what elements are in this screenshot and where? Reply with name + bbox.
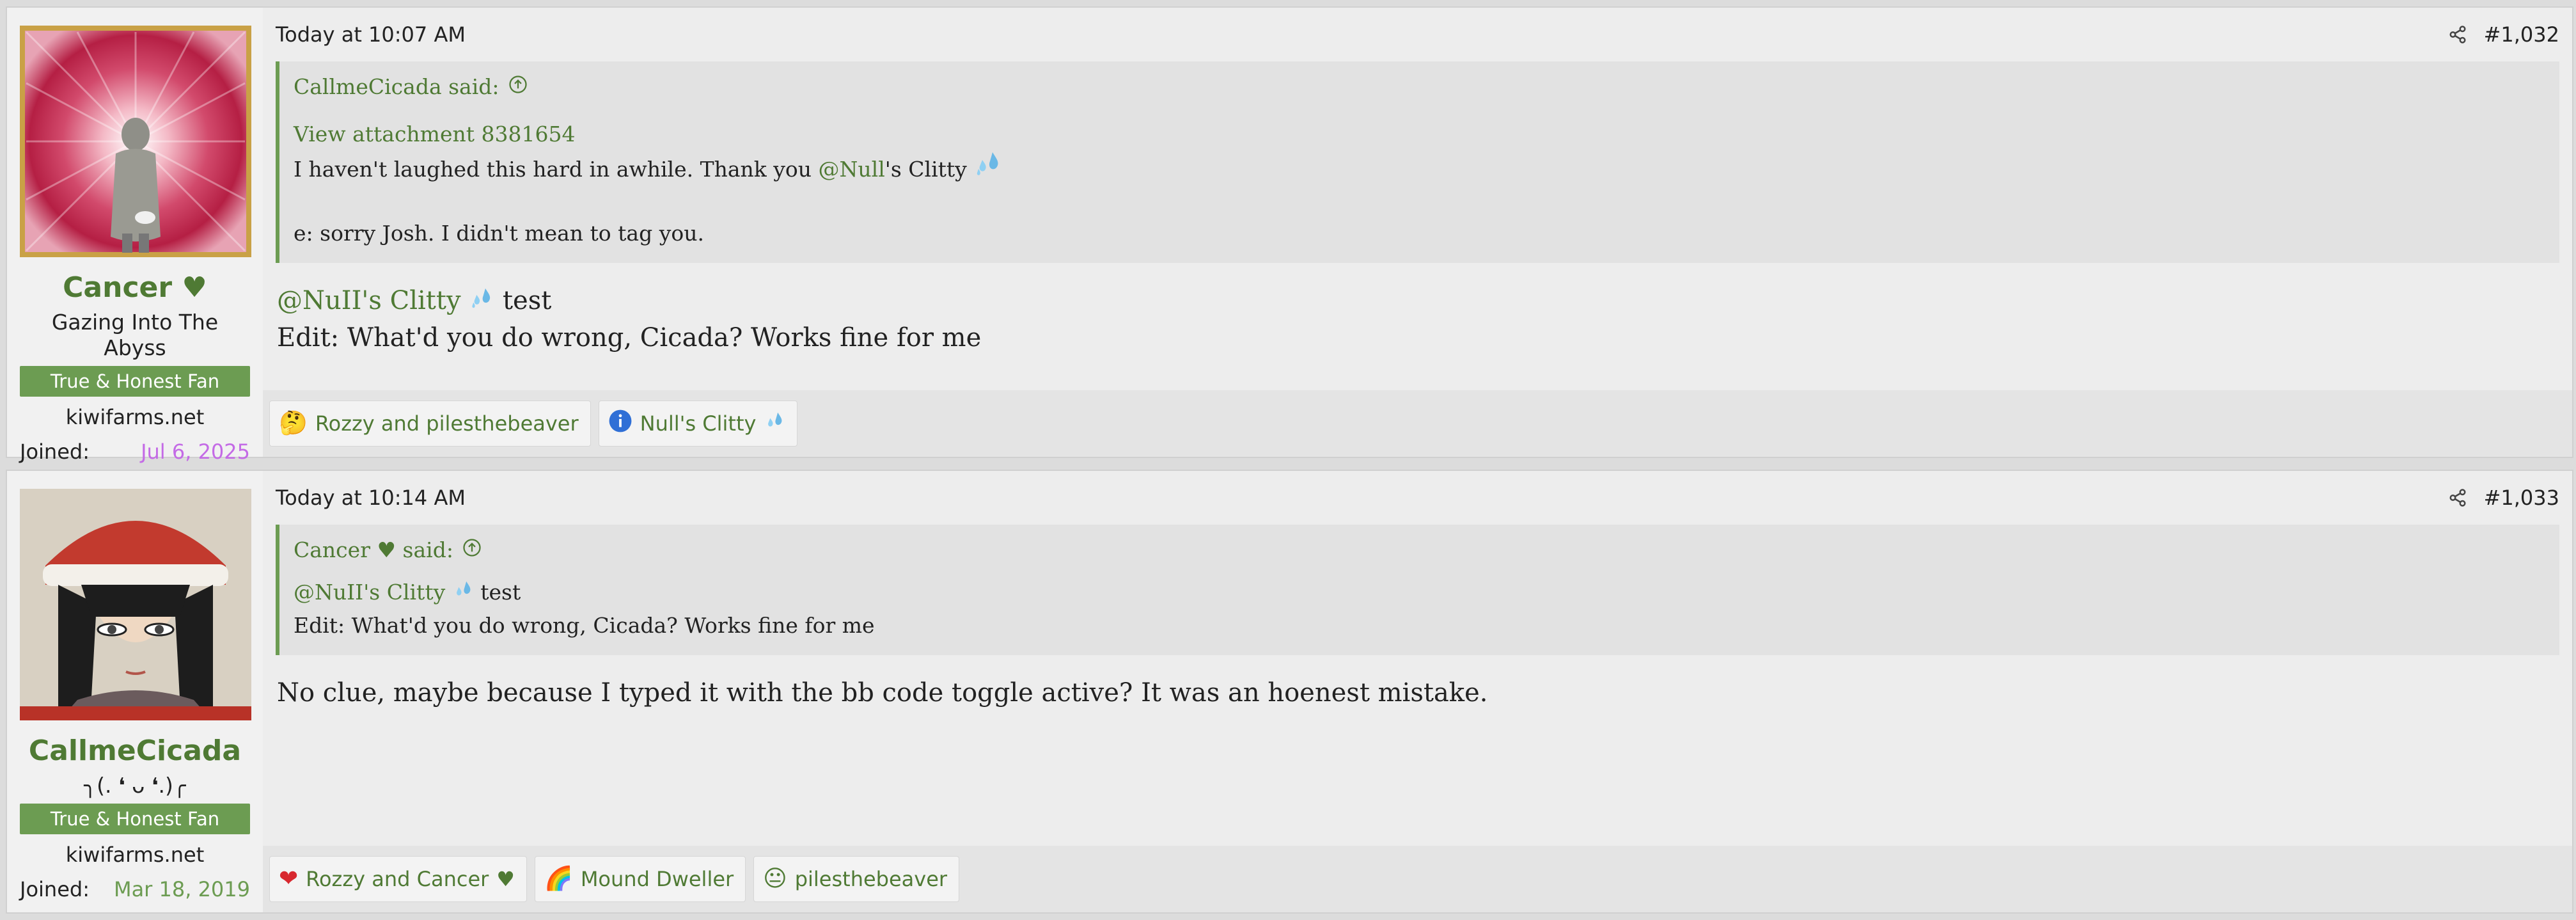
thinking-emoji-icon: 🤔: [279, 410, 308, 436]
user-info: CallmeCicada ╮(. ❛ ᴗ ❛.)╭ True & Honest …: [7, 471, 263, 912]
user-banner: True & Honest Fan: [20, 804, 250, 834]
body-line: Edit: What'd you do wrong, Cicada? Works…: [277, 323, 982, 353]
body-text: test: [502, 286, 552, 315]
quote-header[interactable]: CallmeCicada said:: [294, 73, 2544, 101]
post-number[interactable]: #1,032: [2484, 22, 2559, 47]
reactions-bar: ❤ Rozzy and Cancer ♥ 🌈 Mound Dweller 😐 p…: [263, 846, 2572, 912]
green-heart-icon: ♥: [496, 867, 515, 891]
user-title: ╮(. ❛ ᴗ ❛.)╭: [84, 773, 186, 798]
reaction[interactable]: 😐 pilesthebeaver: [753, 856, 960, 902]
body-line: @NuII's Clitty test: [277, 282, 2559, 319]
user-info: Cancer ♥ Gazing Into The Abyss True & Ho…: [7, 8, 263, 464]
quote-author[interactable]: CallmeCicada said:: [294, 73, 499, 101]
reaction-label[interactable]: Rozzy and pilesthebeaver: [315, 411, 579, 436]
rainbow-emoji-icon: 🌈: [544, 866, 573, 892]
quote-author[interactable]: Cancer ♥ said:: [294, 536, 453, 564]
quote-author-suffix: said:: [396, 537, 453, 562]
joined-row: Joined: Jul 6, 2025: [20, 439, 250, 464]
reaction-label[interactable]: Null's Clitty: [640, 411, 757, 436]
avatar-image-icon: [20, 26, 251, 257]
share-icon[interactable]: [2448, 25, 2467, 44]
quote-line: I haven't laughed this hard in awhile. T…: [294, 151, 2544, 186]
info-icon: [608, 409, 632, 438]
quote-line: @NuII's Clitty test: [294, 576, 2544, 609]
post-main: Today at 10:14 AM #1,033 Cancer ♥ said: …: [263, 471, 2572, 912]
arrow-up-circle-icon[interactable]: [462, 536, 482, 564]
post-header: Today at 10:07 AM #1,032: [276, 8, 2559, 61]
arrow-up-circle-icon[interactable]: [508, 73, 528, 101]
droplets-icon: [973, 152, 1003, 182]
mention-link[interactable]: @NuII's Clitty: [294, 580, 445, 605]
reaction[interactable]: ❤ Rozzy and Cancer ♥: [269, 856, 527, 902]
droplets-icon: [764, 411, 785, 436]
username[interactable]: CallmeCicada: [20, 734, 250, 768]
quote-header[interactable]: Cancer ♥ said:: [294, 536, 2544, 564]
reaction[interactable]: 🤔 Rozzy and pilesthebeaver: [269, 401, 591, 447]
quote-body: View attachment 8381654 I haven't laughe…: [294, 118, 2544, 250]
user-site: kiwifarms.net: [65, 405, 205, 429]
post-number[interactable]: #1,033: [2484, 486, 2559, 510]
quote-text: I haven't laughed this hard in awhile. T…: [294, 157, 819, 182]
reaction-label[interactable]: Rozzy and Cancer: [306, 867, 489, 891]
avatar[interactable]: [20, 26, 251, 257]
joined-date: Jul 6, 2025: [141, 440, 250, 464]
user-site: kiwifarms.net: [65, 843, 205, 867]
share-icon[interactable]: [2448, 488, 2467, 507]
username-text[interactable]: Cancer: [63, 271, 172, 304]
post-timestamp[interactable]: Today at 10:14 AM: [276, 486, 466, 510]
quote-text: Edit: What'd you do wrong, Cicada? Works…: [294, 613, 875, 638]
reactions-bar: 🤔 Rozzy and pilesthebeaver Null's Clitty: [263, 390, 2572, 457]
username[interactable]: Cancer ♥: [20, 271, 250, 305]
quote-text: test: [480, 580, 521, 605]
avatar[interactable]: [20, 489, 251, 720]
reaction-label[interactable]: pilesthebeaver: [795, 867, 947, 891]
mention-link[interactable]: @Null: [819, 157, 885, 182]
droplets-icon: [469, 286, 503, 315]
joined-label: Joined:: [20, 877, 90, 901]
post: CallmeCicada ╮(. ❛ ᴗ ❛.)╭ True & Honest …: [6, 470, 2573, 914]
joined-row: Joined: Mar 18, 2019: [20, 876, 250, 902]
attachment-link[interactable]: View attachment 8381654: [294, 118, 2544, 151]
user-title: Gazing Into The Abyss: [51, 310, 219, 360]
post-header: Today at 10:14 AM #1,033: [276, 471, 2559, 525]
quote-text: 's Clitty: [884, 157, 967, 182]
post-timestamp[interactable]: Today at 10:07 AM: [276, 22, 466, 47]
quote-block: Cancer ♥ said: @NuII's Clitty test Edit:…: [276, 525, 2559, 655]
reaction[interactable]: 🌈 Mound Dweller: [534, 856, 746, 902]
green-heart-icon: ♥: [182, 271, 207, 304]
quote-block: CallmeCicada said: View attachment 83816…: [276, 61, 2559, 263]
post-main: Today at 10:07 AM #1,032 CallmeCicada sa…: [263, 8, 2572, 457]
reaction[interactable]: Null's Clitty: [598, 401, 798, 447]
quote-text: e: sorry Josh. I didn't mean to tag you.: [294, 221, 704, 246]
heart-emoji-icon: ❤: [279, 866, 299, 892]
avatar-image-icon: [20, 489, 251, 720]
post-body: @NuII's Clitty test Edit: What'd you do …: [276, 263, 2559, 356]
face-emoji-icon: 😐: [763, 866, 787, 892]
joined-label: Joined:: [20, 440, 90, 464]
post-body: No clue, maybe because I typed it with t…: [277, 678, 1488, 708]
mention-link[interactable]: @NuII's Clitty: [277, 286, 461, 315]
quote-body: @NuII's Clitty test Edit: What'd you do …: [294, 576, 2544, 642]
post: Cancer ♥ Gazing Into The Abyss True & Ho…: [6, 6, 2573, 464]
droplets-icon: [452, 580, 481, 605]
green-heart-icon: ♥: [377, 537, 397, 562]
reaction-label[interactable]: Mound Dweller: [581, 867, 734, 891]
quote-author-name[interactable]: Cancer: [294, 537, 370, 562]
joined-date: Mar 18, 2019: [113, 877, 250, 901]
user-banner: True & Honest Fan: [20, 366, 250, 397]
thread: Cancer ♥ Gazing Into The Abyss True & Ho…: [0, 0, 2576, 920]
